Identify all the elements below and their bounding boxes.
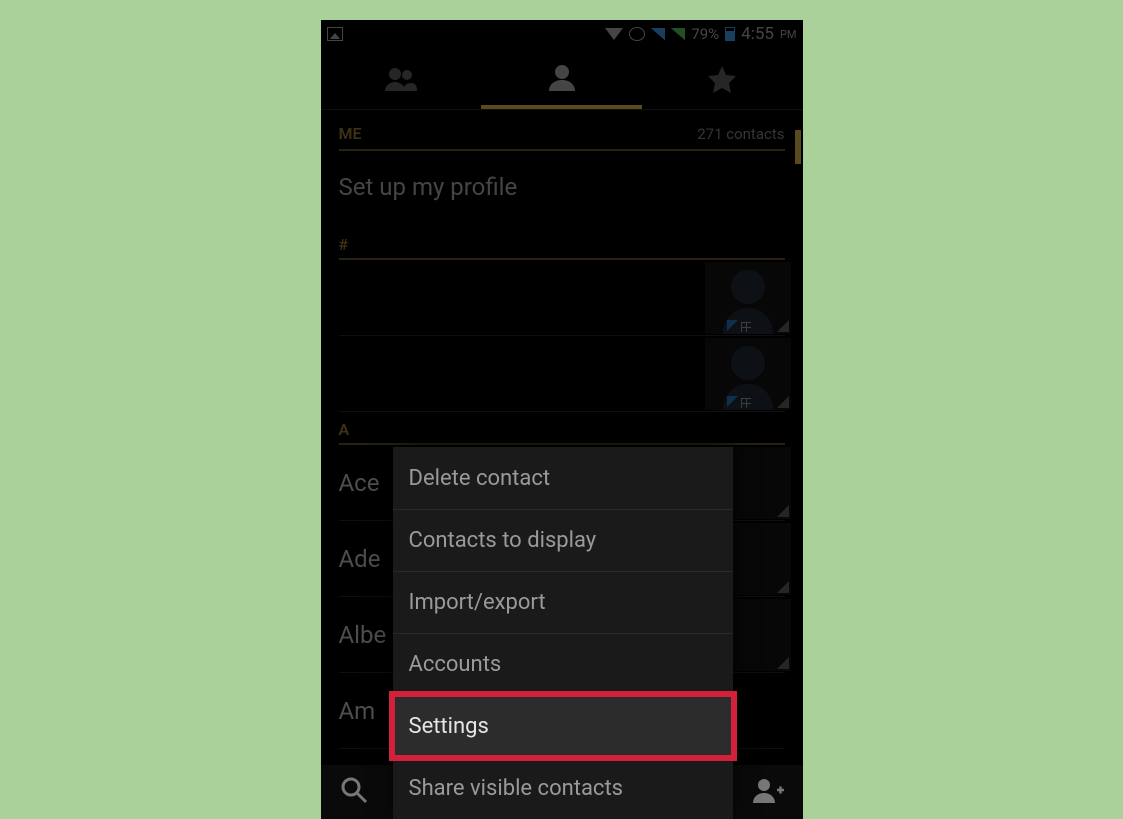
tab-bar — [321, 48, 803, 110]
picture-notification-icon — [327, 27, 343, 41]
menu-settings[interactable]: Settings — [393, 695, 733, 757]
scroll-indicator[interactable] — [795, 130, 801, 164]
clock-ampm: PM — [780, 28, 797, 41]
section-header-me: ME 271 contacts — [339, 110, 785, 151]
contacts-count: 271 contacts — [697, 125, 784, 143]
battery-icon — [725, 27, 735, 41]
groups-icon — [381, 65, 421, 93]
section-header-a: A — [339, 412, 785, 445]
contact-row[interactable] — [339, 260, 785, 336]
overflow-menu: Delete contact Contacts to display Impor… — [393, 447, 733, 819]
add-person-icon — [751, 776, 785, 804]
tab-groups[interactable] — [321, 48, 482, 109]
setup-profile-label: Set up my profile — [339, 173, 518, 201]
menu-item-label: Settings — [409, 714, 489, 739]
menu-delete-contact[interactable]: Delete contact — [393, 447, 733, 509]
signal-icon-1 — [651, 28, 665, 40]
tab-favorites[interactable] — [642, 48, 803, 109]
star-icon — [707, 65, 737, 93]
tab-contacts[interactable] — [481, 48, 642, 109]
section-header-hash: # — [339, 227, 785, 260]
menu-import-export[interactable]: Import/export — [393, 571, 733, 633]
menu-item-label: Contacts to display — [409, 528, 597, 553]
signal-icon-2 — [671, 28, 685, 40]
menu-item-label: Import/export — [409, 590, 546, 615]
search-icon — [339, 775, 369, 805]
section-label-me: ME — [339, 124, 362, 143]
phone-frame: 79% 4:55 PM ME — [321, 20, 803, 819]
menu-contacts-to-display[interactable]: Contacts to display — [393, 509, 733, 571]
android-debug-icon — [629, 27, 645, 41]
setup-profile-row[interactable]: Set up my profile — [339, 151, 785, 227]
person-icon — [545, 63, 579, 91]
clock-time: 4:55 — [741, 24, 774, 44]
status-bar: 79% 4:55 PM — [321, 20, 803, 48]
wifi-icon — [605, 28, 623, 40]
menu-item-label: Delete contact — [409, 466, 551, 491]
battery-percent: 79% — [691, 25, 719, 43]
menu-item-label: Share visible contacts — [409, 776, 624, 801]
avatar[interactable] — [705, 338, 791, 410]
avatar[interactable] — [705, 262, 791, 334]
menu-share-visible-contacts[interactable]: Share visible contacts — [393, 757, 733, 819]
contact-row[interactable] — [339, 336, 785, 412]
menu-item-label: Accounts — [409, 652, 502, 677]
search-button[interactable] — [339, 775, 369, 809]
menu-accounts[interactable]: Accounts — [393, 633, 733, 695]
add-contact-button[interactable] — [751, 776, 785, 808]
